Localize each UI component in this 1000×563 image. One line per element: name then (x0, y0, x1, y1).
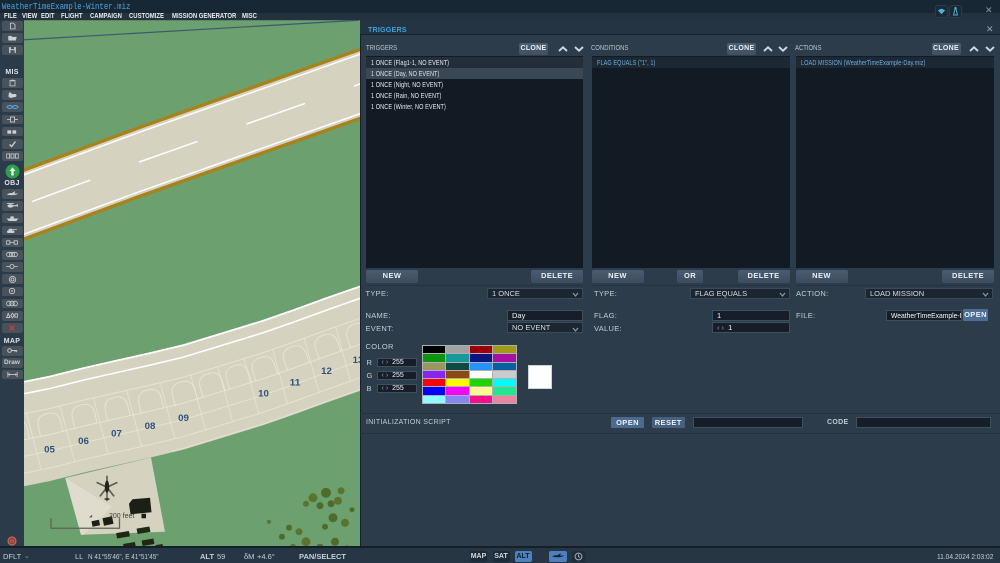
svg-text:12: 12 (321, 366, 332, 376)
svg-text:06: 06 (78, 436, 89, 446)
svg-text:10: 10 (258, 388, 269, 398)
svg-text:05: 05 (44, 444, 55, 454)
svg-text:07: 07 (111, 428, 122, 438)
svg-text:11: 11 (290, 377, 301, 387)
svg-text:13: 13 (353, 355, 360, 365)
svg-text:200 feet: 200 feet (109, 512, 134, 519)
svg-text:08: 08 (145, 421, 156, 431)
svg-text:09: 09 (178, 413, 189, 423)
